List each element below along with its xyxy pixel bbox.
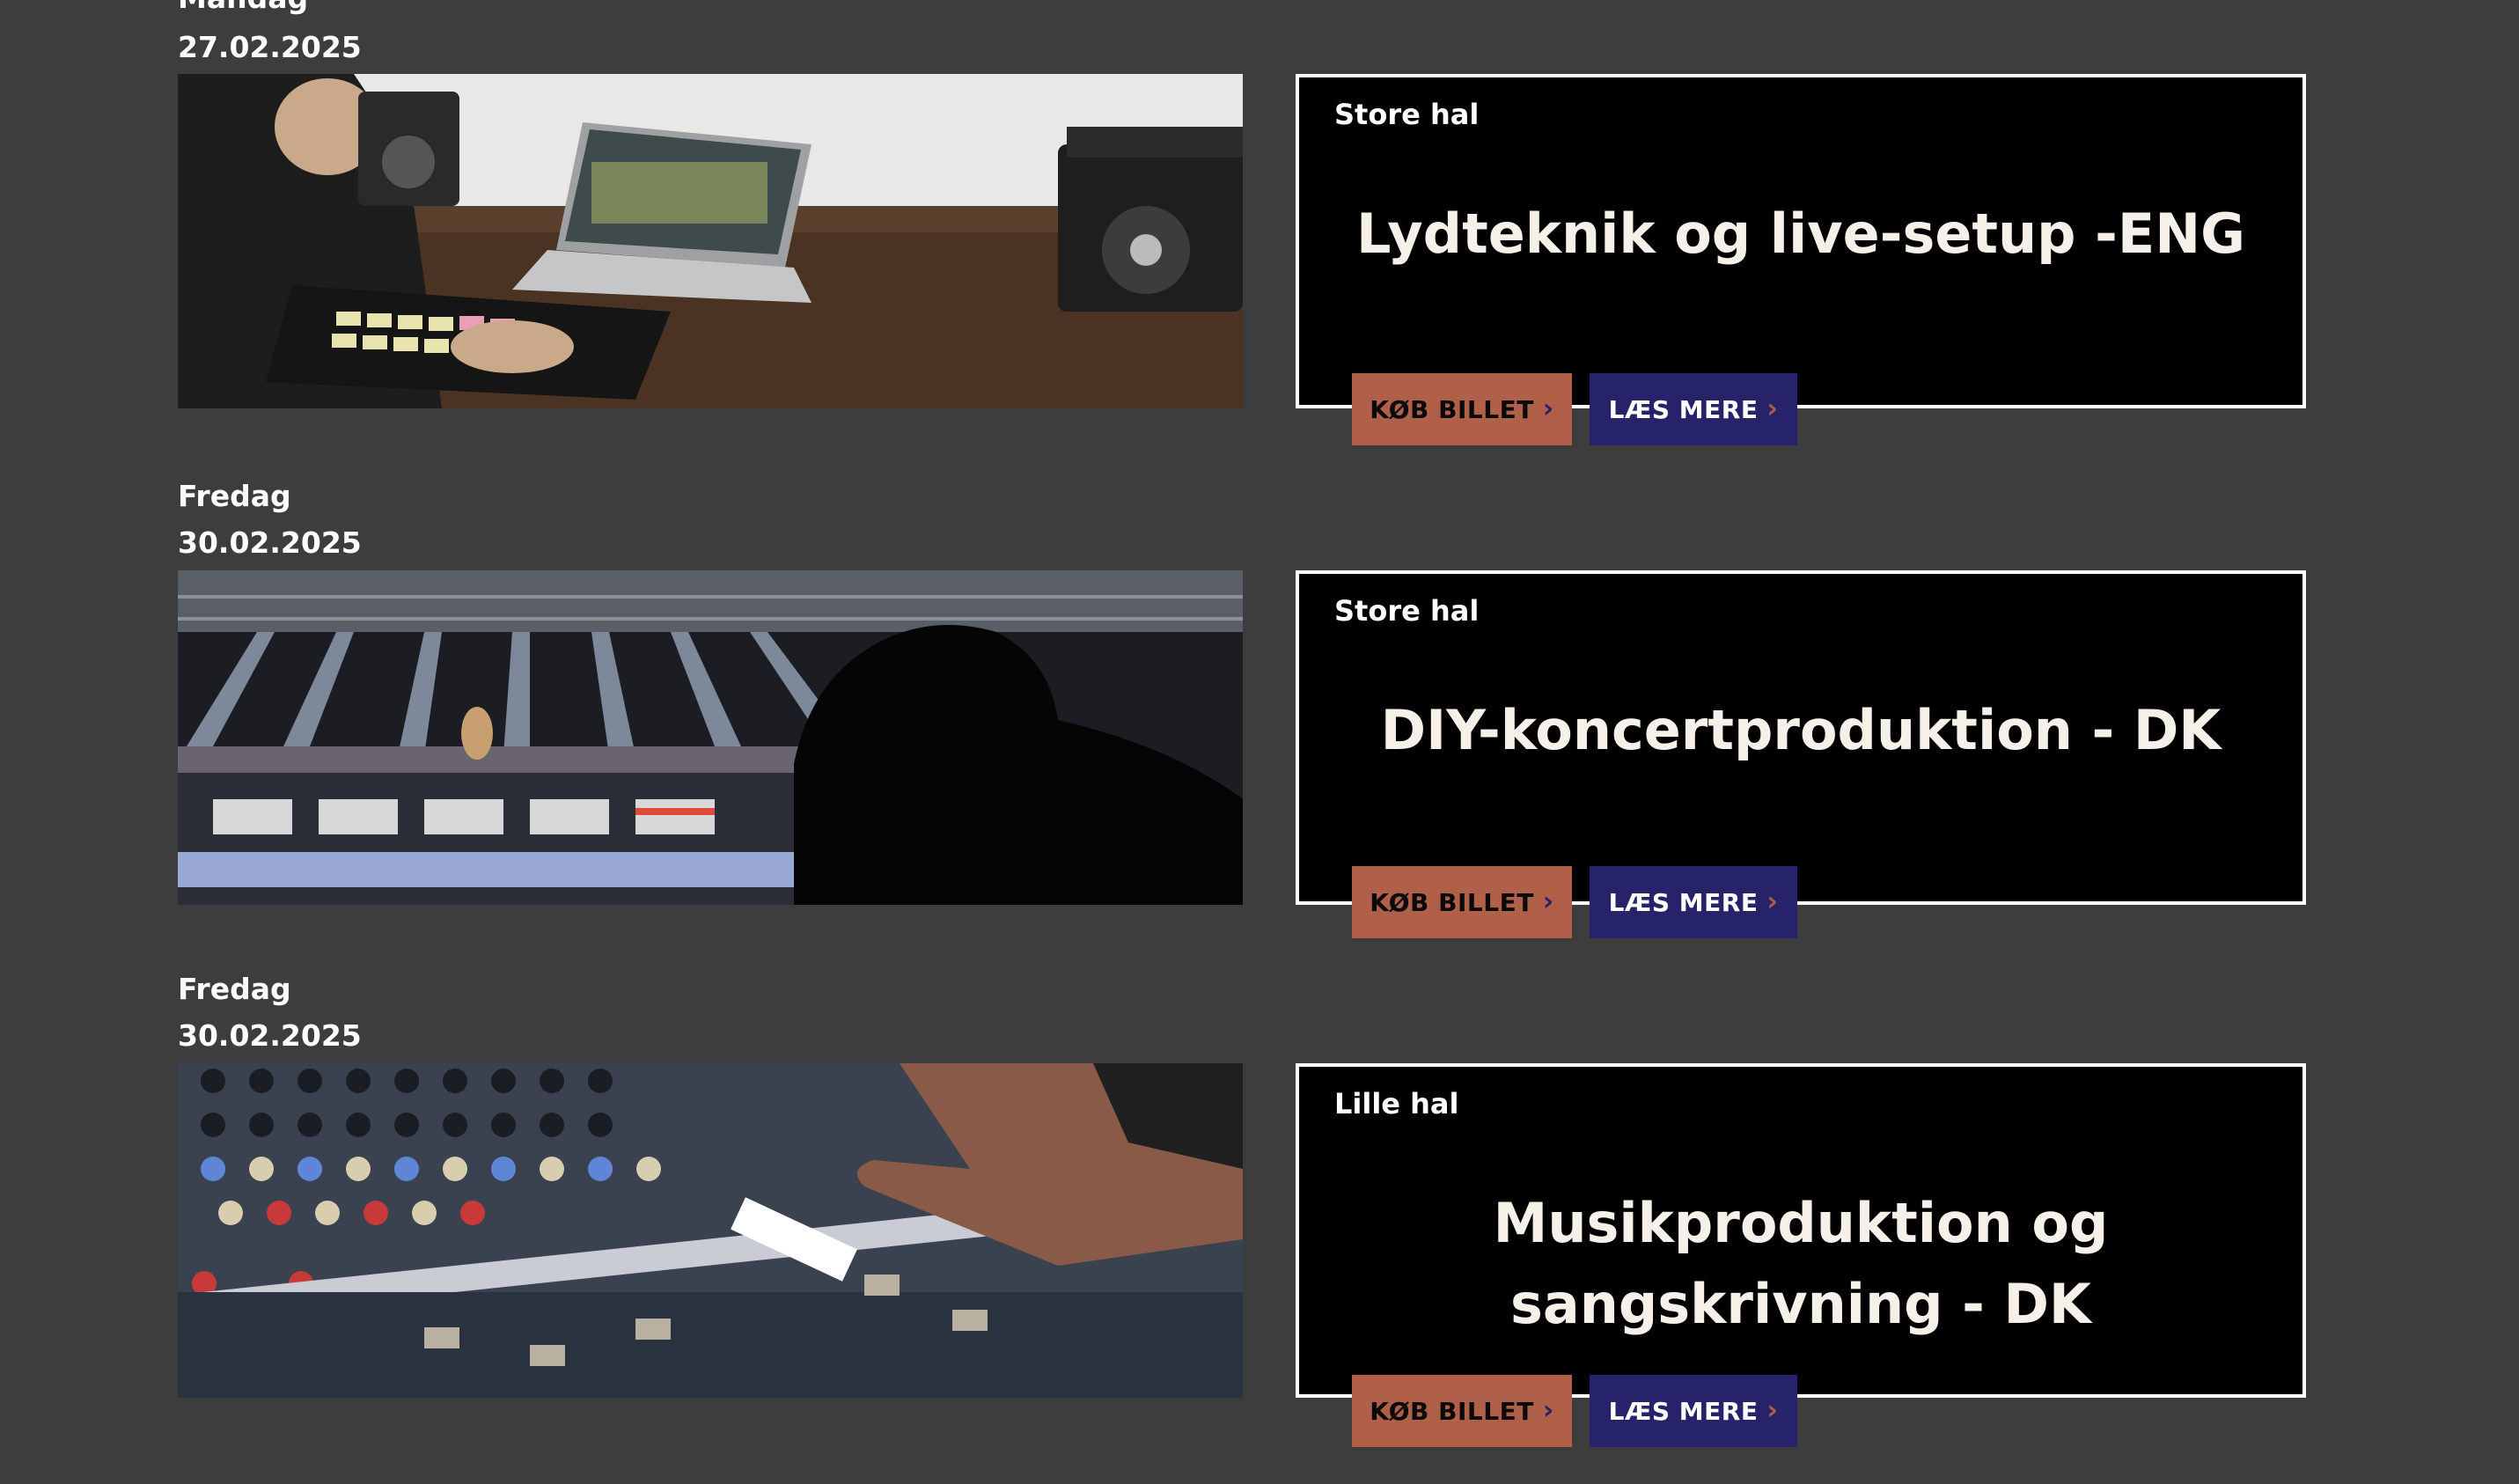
event-day: Fredag: [178, 479, 291, 513]
buy-ticket-button[interactable]: KØB BILLET ›: [1352, 1375, 1572, 1447]
chevron-right-icon: ›: [1766, 1395, 1779, 1426]
buy-ticket-label: KØB BILLET: [1370, 887, 1534, 917]
event-card[interactable]: Store hal DIY-koncertproduktion - DK: [1296, 570, 2306, 905]
event-date: 27.02.2025: [178, 30, 362, 64]
event-title[interactable]: Musikproduktion og sangskrivning - DK: [1334, 1183, 2267, 1345]
chevron-right-icon: ›: [1542, 886, 1554, 917]
event-hall: Store hal: [1334, 98, 1480, 131]
chevron-right-icon: ›: [1542, 1395, 1554, 1426]
event-image[interactable]: [178, 74, 1243, 408]
mixing-console-faders-photo: [178, 1063, 1243, 1398]
buy-ticket-button[interactable]: KØB BILLET ›: [1352, 373, 1572, 445]
event-title[interactable]: DIY-koncertproduktion - DK: [1334, 690, 2267, 771]
buy-ticket-label: KØB BILLET: [1370, 1396, 1534, 1426]
concert-mixing-desk-photo: [178, 570, 1243, 905]
event-hall: Store hal: [1334, 594, 1480, 628]
chevron-right-icon: ›: [1766, 886, 1779, 917]
read-more-button[interactable]: LÆS MERE ›: [1590, 1375, 1797, 1447]
event-date: 30.02.2025: [178, 525, 362, 560]
read-more-button[interactable]: LÆS MERE ›: [1590, 866, 1797, 938]
event-card[interactable]: Store hal Lydteknik og live-setup -ENG: [1296, 74, 2306, 408]
event-title[interactable]: Lydteknik og live-setup -ENG: [1334, 194, 2267, 275]
read-more-label: LÆS MERE: [1608, 887, 1759, 917]
event-date: 30.02.2025: [178, 1018, 362, 1053]
buy-ticket-label: KØB BILLET: [1370, 394, 1534, 424]
chevron-right-icon: ›: [1542, 393, 1554, 424]
event-day: Mandag: [178, 0, 308, 16]
event-image[interactable]: [178, 570, 1243, 905]
read-more-label: LÆS MERE: [1608, 394, 1759, 424]
event-hall: Lille hal: [1334, 1087, 1459, 1120]
event-card[interactable]: Lille hal Musikproduktion og sangskrivni…: [1296, 1063, 2306, 1398]
buy-ticket-button[interactable]: KØB BILLET ›: [1352, 866, 1572, 938]
read-more-label: LÆS MERE: [1608, 1396, 1759, 1426]
event-day: Fredag: [178, 972, 291, 1006]
chevron-right-icon: ›: [1766, 393, 1779, 424]
laptop-and-pad-controller-photo: [178, 74, 1243, 408]
event-image[interactable]: [178, 1063, 1243, 1398]
read-more-button[interactable]: LÆS MERE ›: [1590, 373, 1797, 445]
